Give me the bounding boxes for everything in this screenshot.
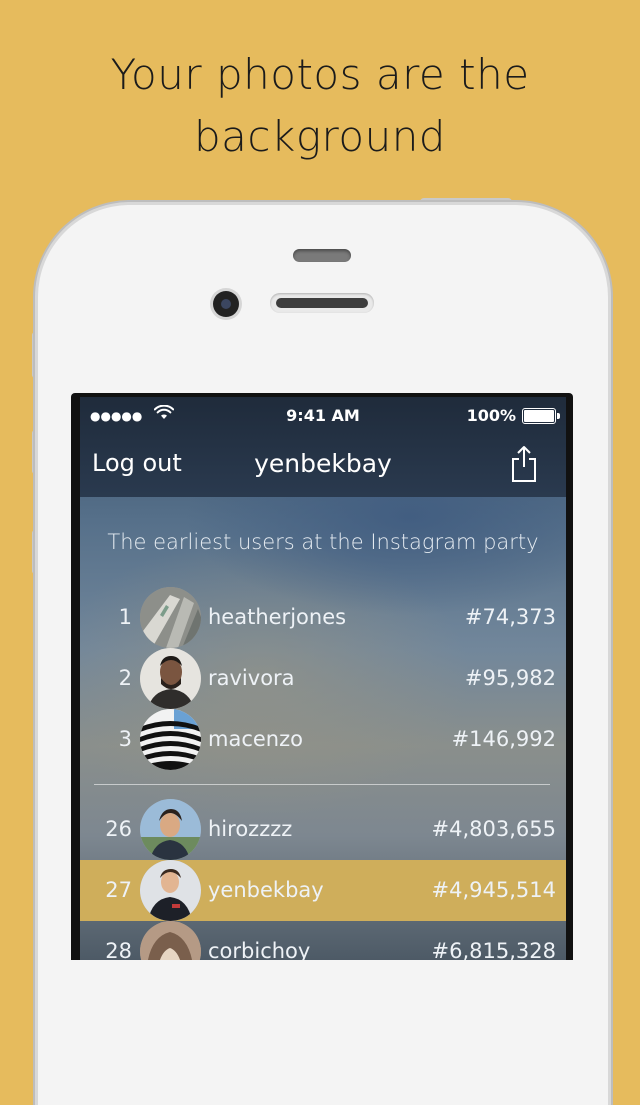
row-user-number: #146,992 xyxy=(451,727,556,751)
row-user-number: #95,982 xyxy=(464,666,556,690)
leaderboard-row[interactable]: 1 heatherjones #74,373 xyxy=(80,587,566,648)
avatar xyxy=(140,921,201,960)
row-rank: 26 xyxy=(105,817,132,841)
leaderboard-row[interactable]: 3 macenzo #146,992 xyxy=(80,709,566,770)
headline-line-1: Your photos are the xyxy=(110,50,530,99)
leaderboard-row[interactable]: 2 ravivora #95,982 xyxy=(80,648,566,709)
section-divider xyxy=(94,784,550,785)
row-user-number: #4,803,655 xyxy=(431,817,556,841)
row-rank: 1 xyxy=(118,605,132,629)
earpiece-speaker xyxy=(270,293,374,313)
avatar xyxy=(140,799,201,860)
leaderboard-subtitle: The earliest users at the Instagram part… xyxy=(107,530,539,554)
avatar xyxy=(140,587,201,648)
app-screen: ●●●●● 9:41 AM 100% Log out yenbekbay The… xyxy=(80,397,566,960)
navigation-bar: ●●●●● 9:41 AM 100% Log out yenbekbay xyxy=(80,397,566,497)
leaderboard: 1 heatherjones #74,373 2 ravivora #95,98… xyxy=(80,587,566,960)
row-rank: 3 xyxy=(118,727,132,751)
row-username: heatherjones xyxy=(208,605,347,629)
leaderboard-row[interactable]: 26 hirozzzz #4,803,655 xyxy=(80,799,566,860)
row-rank: 28 xyxy=(105,939,132,960)
row-username: hirozzzz xyxy=(208,817,293,841)
row-rank: 2 xyxy=(118,666,132,690)
leaderboard-row-current-user[interactable]: 27 yenbekbay #4,945,514 xyxy=(80,860,566,921)
row-user-number: #74,373 xyxy=(464,605,556,629)
front-camera xyxy=(213,291,239,317)
battery-percentage: 100% xyxy=(466,406,516,425)
row-username: ravivora xyxy=(208,666,295,690)
battery-icon xyxy=(522,408,560,424)
avatar xyxy=(140,648,201,709)
row-username: corbichoy xyxy=(208,939,311,960)
row-username: macenzo xyxy=(208,727,303,751)
row-user-number: #6,815,328 xyxy=(431,939,556,960)
headline-line-2: background xyxy=(194,112,446,161)
row-username: yenbekbay xyxy=(208,878,324,902)
leaderboard-row[interactable]: 28 corbichoy #6,815,328 xyxy=(80,921,566,960)
share-icon[interactable] xyxy=(510,445,538,483)
sensor-slot xyxy=(293,249,351,262)
avatar xyxy=(140,860,201,921)
headline: Your photos are the background xyxy=(0,44,640,168)
row-rank: 27 xyxy=(105,878,132,902)
status-bar: ●●●●● 9:41 AM 100% xyxy=(80,397,566,435)
nav-title: yenbekbay xyxy=(254,449,392,478)
avatar xyxy=(140,709,201,770)
row-user-number: #4,945,514 xyxy=(431,878,556,902)
